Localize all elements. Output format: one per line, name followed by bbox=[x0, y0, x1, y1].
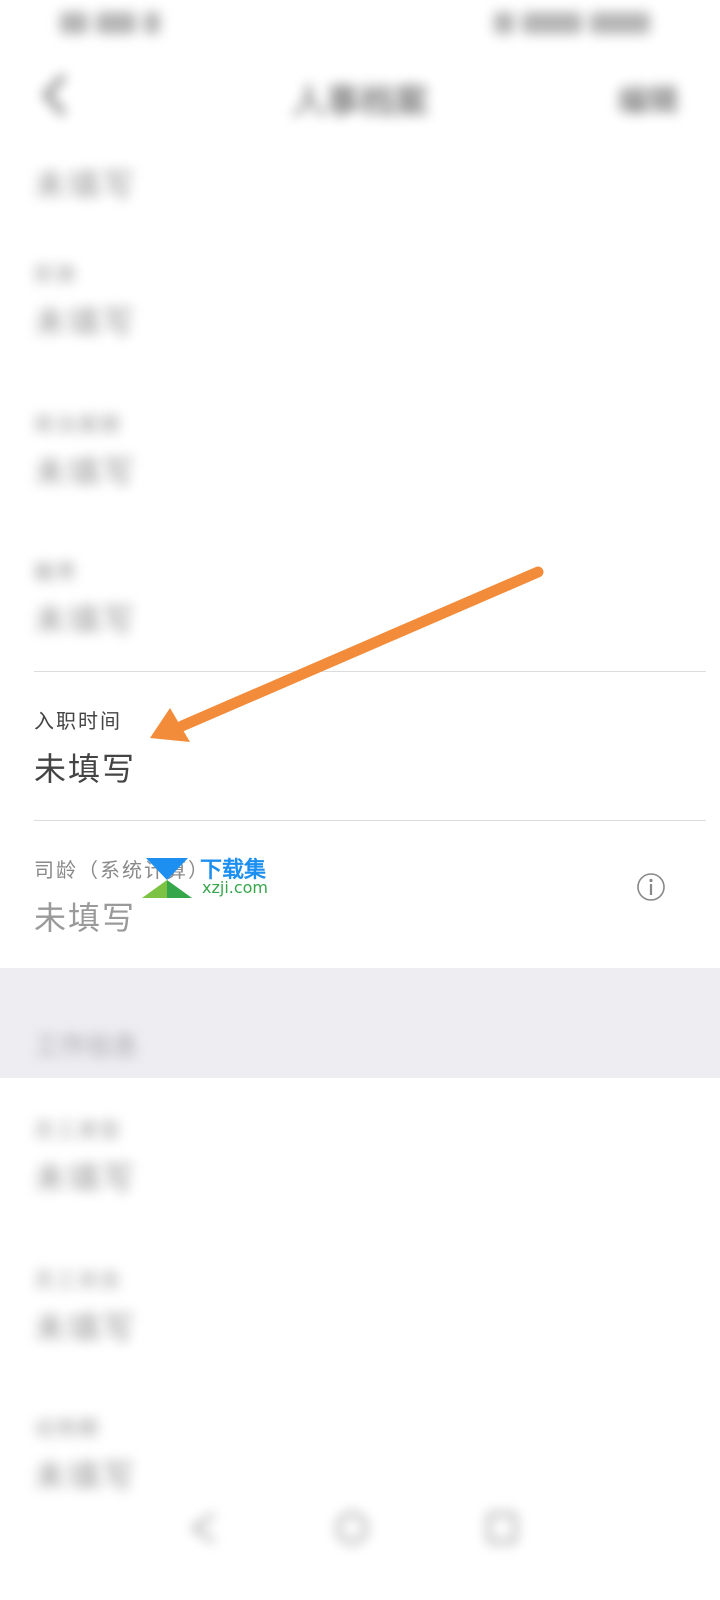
field-value: 未填写 bbox=[34, 303, 137, 341]
field-employee-type[interactable]: 员工类型 未填写 bbox=[34, 1114, 684, 1199]
field-value: 未填写 bbox=[34, 1457, 137, 1495]
section-title: 工作信息 bbox=[34, 1032, 139, 1062]
field-label: 员工类型 bbox=[34, 1118, 122, 1142]
field-value: 未填写 bbox=[34, 166, 137, 204]
edit-button[interactable]: 编辑 bbox=[618, 76, 678, 120]
field-employee-status[interactable]: 员工状态 未填写 bbox=[34, 1264, 684, 1349]
field-label: 政治面貌 bbox=[34, 412, 122, 436]
wifi-icon bbox=[144, 12, 160, 34]
field-ethnicity[interactable]: 民族 未填写 bbox=[34, 258, 684, 343]
alarm-icon bbox=[494, 12, 514, 34]
annotation-arrow-icon bbox=[150, 566, 544, 742]
clock bbox=[590, 12, 650, 34]
watermark-icon bbox=[142, 858, 192, 898]
field-label: 试用期 bbox=[34, 1416, 100, 1440]
field-value: 未填写 bbox=[34, 899, 137, 937]
nav-recents-icon[interactable] bbox=[484, 1508, 520, 1548]
field-label: 入职时间 bbox=[34, 709, 122, 733]
page-title: 人事档案 bbox=[292, 82, 428, 122]
field-native-place[interactable]: 籍贯 未填写 bbox=[34, 556, 684, 641]
signal-icon bbox=[60, 12, 88, 34]
info-circle-icon[interactable] bbox=[636, 872, 666, 902]
nav-back-icon[interactable] bbox=[186, 1508, 222, 1548]
field-label: 员工状态 bbox=[34, 1268, 122, 1292]
field-value: 未填写 bbox=[34, 601, 137, 639]
field-hire-date[interactable]: 入职时间 未填写 bbox=[34, 705, 684, 790]
field-value: 未填写 bbox=[34, 1159, 137, 1197]
field-value: 未填写 bbox=[34, 750, 137, 788]
status-bar bbox=[0, 0, 720, 50]
field-value: 未填写 bbox=[34, 453, 137, 491]
field-label: 民族 bbox=[34, 262, 78, 286]
watermark-logo: 下载集 xzji.com bbox=[140, 852, 280, 902]
section-header: 工作信息 bbox=[0, 968, 720, 1078]
system-nav-bar bbox=[0, 1500, 720, 1560]
field-top[interactable]: 未填写 bbox=[34, 150, 684, 206]
field-value: 未填写 bbox=[34, 1309, 137, 1347]
battery-icon bbox=[522, 12, 582, 34]
field-political-status[interactable]: 政治面貌 未填写 bbox=[34, 408, 684, 493]
watermark-url: xzji.com bbox=[202, 878, 269, 897]
network-icon bbox=[96, 12, 136, 34]
divider bbox=[34, 820, 706, 821]
field-seniority[interactable]: 司龄（系统计算） 未填写 bbox=[34, 854, 684, 939]
field-label: 籍贯 bbox=[34, 560, 78, 584]
field-label: 司龄（系统计算） bbox=[34, 858, 210, 882]
divider bbox=[34, 671, 706, 672]
nav-home-icon[interactable] bbox=[334, 1508, 370, 1548]
field-probation[interactable]: 试用期 未填写 bbox=[34, 1412, 684, 1497]
app-header: 人事档案 编辑 bbox=[0, 60, 720, 130]
